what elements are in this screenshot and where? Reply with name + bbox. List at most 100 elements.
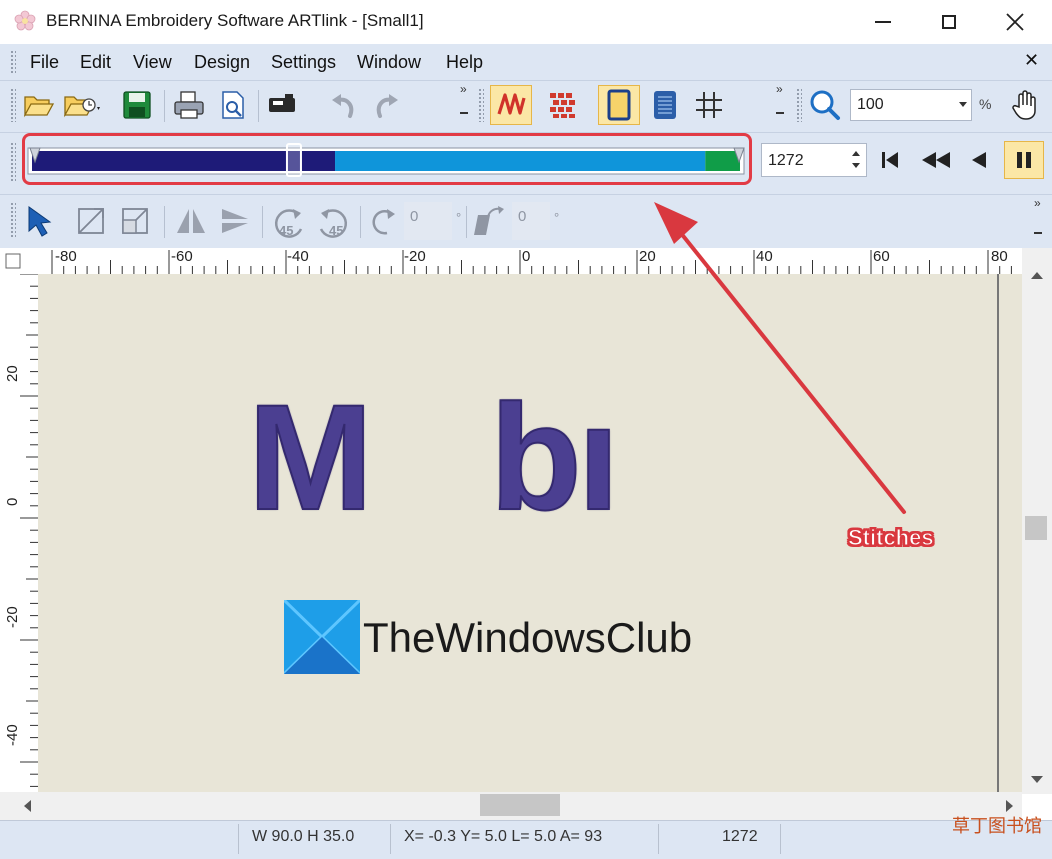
show-stitches-toggle[interactable] <box>490 85 532 125</box>
ruler-origin-icon[interactable] <box>5 253 21 269</box>
fast-backward-button[interactable] <box>916 143 956 177</box>
save-button[interactable] <box>120 88 154 122</box>
menu-view[interactable]: View <box>133 52 172 73</box>
toolbar-grip[interactable] <box>10 202 16 238</box>
rotate-angle-field[interactable]: 0 ° <box>404 202 461 240</box>
maximize-button[interactable] <box>916 0 982 44</box>
pause-button[interactable] <box>1004 141 1044 179</box>
zoom-combobox[interactable]: 100 <box>850 89 972 121</box>
print-icon <box>174 91 204 119</box>
chevron-down-icon[interactable] <box>959 102 967 107</box>
status-design-size: W 90.0 H 35.0 <box>252 828 355 845</box>
rotate-angle-button[interactable] <box>366 204 400 238</box>
pan-button[interactable] <box>1008 88 1042 122</box>
toolbar-grip[interactable] <box>10 142 16 182</box>
status-cursor-coordinates: X= -0.3 Y= 5.0 L= 5.0 A= 93 <box>404 828 603 845</box>
close-button[interactable] <box>982 0 1048 44</box>
scroll-up-icon[interactable] <box>1031 272 1043 279</box>
embroidery-letters-bi[interactable]: bı <box>489 381 620 533</box>
print-preview-button[interactable] <box>216 88 250 122</box>
toolbar-separator <box>164 206 165 238</box>
corner-watermark: 草丁图书馆 <box>952 816 1042 836</box>
resize-tool-button[interactable] <box>118 204 152 238</box>
stitch-count-spinbox[interactable]: 1272 <box>761 143 867 177</box>
toolbar-overflow-chevron[interactable]: » <box>1034 196 1041 210</box>
toolbar-overflow-chevron[interactable]: » <box>460 82 467 96</box>
toolbar-grip[interactable] <box>796 88 802 122</box>
show-grid-toggle[interactable] <box>692 88 726 122</box>
watermark-text: TheWindowsClub <box>363 614 693 661</box>
menu-settings[interactable]: Settings <box>271 52 336 73</box>
scroll-left-icon[interactable] <box>24 800 31 812</box>
scroll-down-icon[interactable] <box>1031 776 1043 783</box>
redo-button[interactable] <box>370 88 404 122</box>
toolbar-dropdown-icon[interactable] <box>776 112 784 114</box>
show-fill-toggle[interactable] <box>546 88 580 122</box>
status-separator <box>238 824 239 854</box>
hoop-boundary <box>997 274 999 792</box>
toolbar-grip[interactable] <box>10 88 16 122</box>
machine-icon <box>269 94 295 112</box>
show-hoop-toggle[interactable] <box>648 88 682 122</box>
horizontal-scrollbar[interactable] <box>0 792 1022 820</box>
show-outline-toggle[interactable] <box>598 85 640 125</box>
open-recent-button[interactable] <box>62 88 104 122</box>
toolbar-overflow-chevron[interactable]: » <box>776 82 783 96</box>
scale-tool-button[interactable] <box>74 204 108 238</box>
status-separator <box>780 824 781 854</box>
menu-file[interactable]: File <box>30 52 59 73</box>
undo-button[interactable] <box>326 88 360 122</box>
toolbar-dropdown-icon[interactable] <box>460 112 468 114</box>
window-title: BERNINA Embroidery Software ARTlink - [S… <box>46 11 424 30</box>
degree-symbol: ° <box>554 210 560 225</box>
menu-window[interactable]: Window <box>357 52 421 73</box>
step-backward-button[interactable] <box>962 143 996 177</box>
send-to-machine-button[interactable] <box>266 88 300 122</box>
pause-icon <box>1017 152 1031 168</box>
mdi-close-button[interactable]: ✕ <box>1024 50 1039 71</box>
annotation-highlight-box <box>22 133 752 185</box>
annotation-label: Stitches <box>848 525 935 551</box>
skip-to-start-icon <box>882 152 898 168</box>
menu-help[interactable]: Help <box>446 52 483 73</box>
horizontal-scroll-thumb[interactable] <box>480 794 560 816</box>
vertical-ruler: 20 0 -20 -40 <box>0 274 39 794</box>
scroll-right-icon[interactable] <box>1006 800 1013 812</box>
toolbar-separator <box>164 90 165 122</box>
undo-icon <box>332 94 354 118</box>
slant-angle-field[interactable]: 0 ° <box>512 202 559 240</box>
status-stitch-count: 1272 <box>722 828 758 845</box>
toolbar-dropdown-icon[interactable] <box>1034 232 1042 234</box>
print-button[interactable] <box>172 88 206 122</box>
spin-up-icon[interactable] <box>852 151 860 156</box>
toolbar-separator <box>258 90 259 122</box>
minimize-button[interactable] <box>850 0 916 44</box>
rotate-right-45-button[interactable]: 45 <box>314 202 354 242</box>
toolbar-grip[interactable] <box>478 88 484 122</box>
step-backward-icon <box>972 152 986 168</box>
mirror-vertical-button[interactable] <box>218 204 252 238</box>
mirror-horizontal-button[interactable] <box>174 204 208 238</box>
menu-design[interactable]: Design <box>194 52 250 73</box>
open-button[interactable] <box>22 88 56 122</box>
redo-icon <box>376 94 398 118</box>
embroidery-letter-m[interactable]: M <box>247 381 374 533</box>
menu-grip[interactable] <box>10 50 16 74</box>
slant-button[interactable] <box>472 204 506 238</box>
spin-down-icon[interactable] <box>852 163 860 168</box>
go-to-start-button[interactable] <box>873 143 907 177</box>
select-tool-button[interactable] <box>22 204 56 238</box>
ruler-label: -40 <box>287 248 309 265</box>
minimize-icon <box>875 21 891 23</box>
toolbar-separator <box>360 206 361 238</box>
zoom-button[interactable] <box>808 88 842 122</box>
menu-edit[interactable]: Edit <box>80 52 111 73</box>
vertical-scroll-thumb[interactable] <box>1025 516 1047 540</box>
vertical-scrollbar[interactable] <box>1022 248 1052 794</box>
zoom-magnifier-icon <box>810 90 840 120</box>
rotate-left-45-button[interactable]: 45 <box>268 202 308 242</box>
zoom-unit: % <box>979 96 992 112</box>
mirror-vertical-icon <box>222 209 248 233</box>
scale-icon <box>78 208 104 234</box>
toolbar-separator <box>466 206 467 238</box>
